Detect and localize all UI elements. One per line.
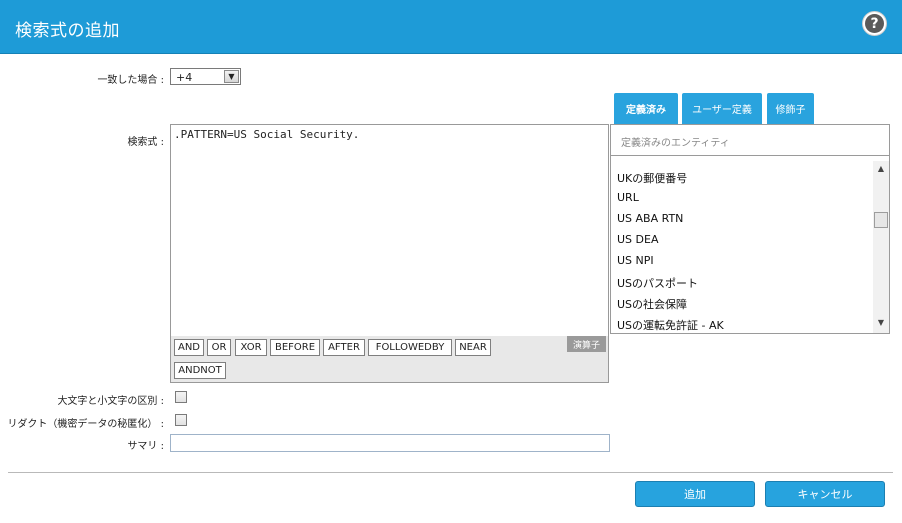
match-select[interactable]: +4 ▼ — [170, 68, 241, 85]
tab-modifiers[interactable]: 修飾子 — [767, 93, 814, 124]
help-icon: ? — [865, 14, 884, 33]
case-sensitive-label: 大文字と小文字の区別 : — [57, 396, 164, 407]
summary-label: サマリ : — [127, 441, 164, 452]
operator-xor-button[interactable]: XOR — [235, 339, 267, 356]
help-button[interactable]: ? — [862, 11, 887, 36]
operators-label: 演算子 — [566, 336, 606, 352]
case-sensitive-checkbox[interactable] — [175, 391, 187, 403]
redact-checkbox[interactable] — [175, 414, 187, 426]
operator-before-button[interactable]: BEFORE — [270, 339, 320, 356]
match-label: 一致した場合 : — [97, 75, 164, 86]
operator-bar: 演算子 AND OR XOR BEFORE AFTER FOLLOWEDBY N… — [171, 336, 608, 382]
footer-divider — [8, 472, 893, 473]
chevron-down-icon[interactable]: ▼ — [224, 70, 239, 83]
list-item[interactable]: USの社会保障 — [617, 296, 687, 312]
add-button[interactable]: 追加 — [635, 481, 755, 507]
list-item[interactable]: URL — [617, 191, 639, 204]
entity-filter-input[interactable]: 定義済みのエンティティ — [611, 125, 889, 156]
operator-after-button[interactable]: AFTER — [323, 339, 365, 356]
operator-andnot-button[interactable]: ANDNOT — [174, 362, 226, 379]
operator-or-button[interactable]: OR — [207, 339, 231, 356]
entity-list: UKの郵便番号 URL US ABA RTN US DEA US NPI USの… — [611, 157, 873, 333]
expression-label: 検索式 : — [127, 137, 164, 148]
match-select-value: +4 — [176, 71, 193, 84]
redact-label: リダクト（機密データの秘匿化） : — [7, 419, 164, 430]
tab-user-defined[interactable]: ユーザー定義 — [682, 93, 762, 124]
list-item[interactable]: US DEA — [617, 233, 658, 246]
summary-input[interactable] — [170, 434, 610, 452]
operator-and-button[interactable]: AND — [174, 339, 204, 356]
list-item[interactable]: USのパスポート — [617, 275, 698, 291]
expression-editor[interactable]: .PATTERN=US Social Security. 演算子 AND OR … — [170, 124, 609, 383]
expression-text[interactable]: .PATTERN=US Social Security. — [174, 128, 359, 141]
tab-predefined[interactable]: 定義済み — [614, 93, 678, 124]
list-item[interactable]: UKの郵便番号 — [617, 170, 687, 186]
dialog-title: 検索式の追加 — [15, 21, 120, 41]
list-item[interactable]: US ABA RTN — [617, 212, 683, 225]
list-item[interactable]: US NPI — [617, 254, 654, 267]
dialog-header: 検索式の追加 ? — [0, 0, 902, 54]
list-item[interactable]: USの運転免許証 - AK — [617, 317, 724, 333]
operator-followedby-button[interactable]: FOLLOWEDBY — [368, 339, 452, 356]
scroll-down-icon[interactable]: ▼ — [873, 315, 889, 329]
scroll-up-icon[interactable]: ▲ — [873, 161, 889, 175]
entity-scrollbar[interactable]: ▲ ▼ — [873, 161, 889, 333]
entity-panel: 定義済みのエンティティ UKの郵便番号 URL US ABA RTN US DE… — [610, 124, 890, 334]
scroll-thumb[interactable] — [874, 212, 888, 228]
cancel-button[interactable]: キャンセル — [765, 481, 885, 507]
operator-near-button[interactable]: NEAR — [455, 339, 491, 356]
